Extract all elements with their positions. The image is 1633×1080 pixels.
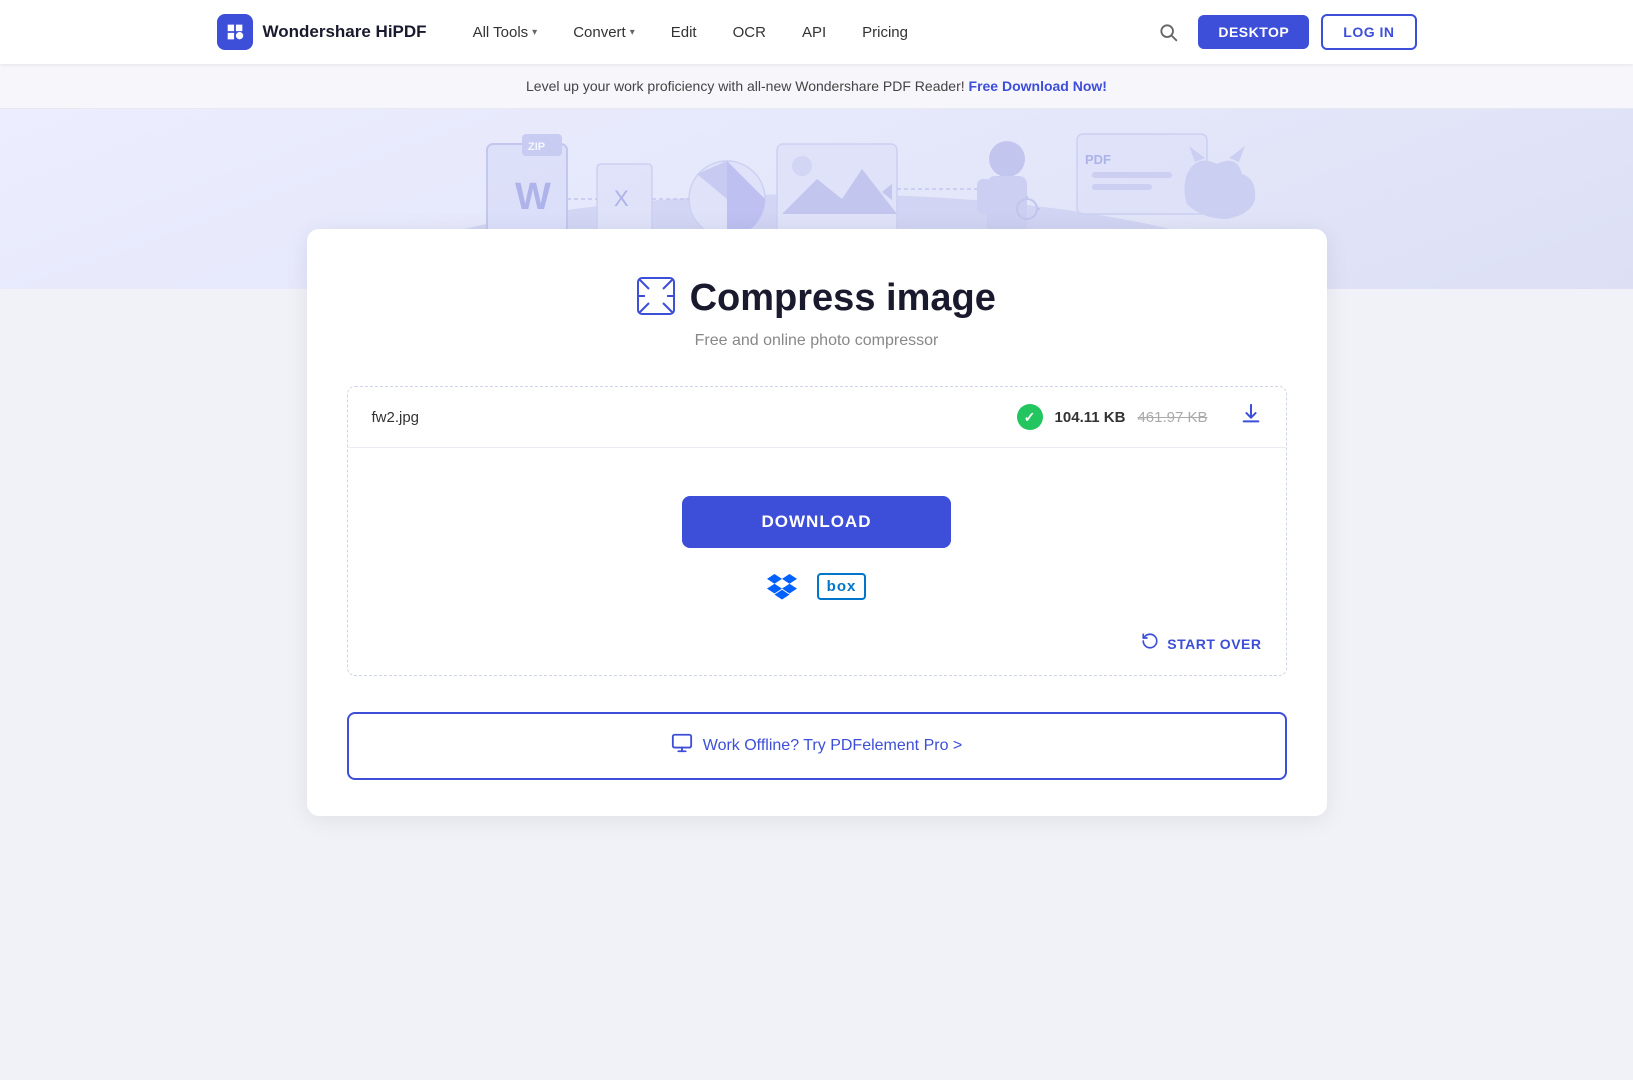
dropbox-icon[interactable] bbox=[767, 572, 797, 600]
success-icon: ✓ bbox=[1017, 404, 1043, 430]
svg-text:PDF: PDF bbox=[1085, 152, 1111, 167]
download-button[interactable]: DOWNLOAD bbox=[682, 496, 952, 548]
nav-api[interactable]: API bbox=[788, 16, 840, 49]
banner-text: Level up your work proficiency with all-… bbox=[526, 78, 965, 94]
new-file-size: 104.11 KB bbox=[1055, 409, 1126, 426]
offline-banner[interactable]: Work Offline? Try PDFelement Pro > bbox=[347, 712, 1287, 780]
nav-ocr[interactable]: OCR bbox=[719, 16, 780, 49]
compress-icon bbox=[637, 277, 675, 320]
card-title-area: Compress image bbox=[347, 277, 1287, 320]
chevron-down-icon: ▾ bbox=[630, 27, 635, 38]
logo-text: Wondershare HiPDF bbox=[263, 22, 427, 42]
start-over-button[interactable]: START OVER bbox=[1141, 632, 1261, 655]
svg-text:W: W bbox=[515, 176, 551, 218]
monitor-icon bbox=[671, 732, 693, 760]
chevron-down-icon: ▾ bbox=[532, 27, 537, 38]
offline-text: Work Offline? Try PDFelement Pro > bbox=[703, 737, 963, 755]
logo-icon bbox=[217, 14, 253, 50]
nav-all-tools[interactable]: All Tools ▾ bbox=[459, 16, 552, 49]
banner-link[interactable]: Free Download Now! bbox=[969, 78, 1107, 94]
cloud-save-row: box bbox=[767, 572, 867, 600]
refresh-icon bbox=[1141, 632, 1159, 655]
tool-card: Compress image Free and online photo com… bbox=[307, 229, 1327, 816]
file-name: fw2.jpg bbox=[372, 409, 420, 426]
start-over-row: START OVER bbox=[348, 632, 1286, 675]
file-download-icon[interactable] bbox=[1240, 403, 1262, 431]
nav-convert[interactable]: Convert ▾ bbox=[559, 16, 649, 49]
result-content: DOWNLOAD box bbox=[348, 448, 1286, 632]
file-result-box: fw2.jpg ✓ 104.11 KB 461.97 KB DOWNLOAD bbox=[347, 386, 1287, 676]
nav-actions: DESKTOP LOG IN bbox=[1150, 14, 1416, 50]
box-icon[interactable]: box bbox=[817, 573, 867, 600]
navbar: Wondershare HiPDF All Tools ▾ Convert ▾ … bbox=[0, 0, 1633, 64]
search-icon[interactable] bbox=[1150, 14, 1186, 50]
desktop-button[interactable]: DESKTOP bbox=[1198, 15, 1309, 49]
page-title: Compress image bbox=[690, 277, 996, 319]
svg-text:X: X bbox=[614, 186, 629, 211]
page-subtitle: Free and online photo compressor bbox=[347, 332, 1287, 350]
nav-edit[interactable]: Edit bbox=[657, 16, 711, 49]
file-size-area: ✓ 104.11 KB 461.97 KB bbox=[1017, 404, 1208, 430]
nav-links: All Tools ▾ Convert ▾ Edit OCR API Prici… bbox=[459, 16, 1119, 49]
svg-text:ZIP: ZIP bbox=[528, 141, 545, 153]
promo-banner: Level up your work proficiency with all-… bbox=[0, 64, 1633, 109]
start-over-label: START OVER bbox=[1167, 636, 1261, 652]
old-file-size: 461.97 KB bbox=[1137, 409, 1207, 426]
main-content: Compress image Free and online photo com… bbox=[287, 229, 1347, 876]
file-row: fw2.jpg ✓ 104.11 KB 461.97 KB bbox=[348, 387, 1286, 448]
nav-pricing[interactable]: Pricing bbox=[848, 16, 922, 49]
login-button[interactable]: LOG IN bbox=[1321, 14, 1416, 50]
logo[interactable]: Wondershare HiPDF bbox=[217, 14, 427, 50]
